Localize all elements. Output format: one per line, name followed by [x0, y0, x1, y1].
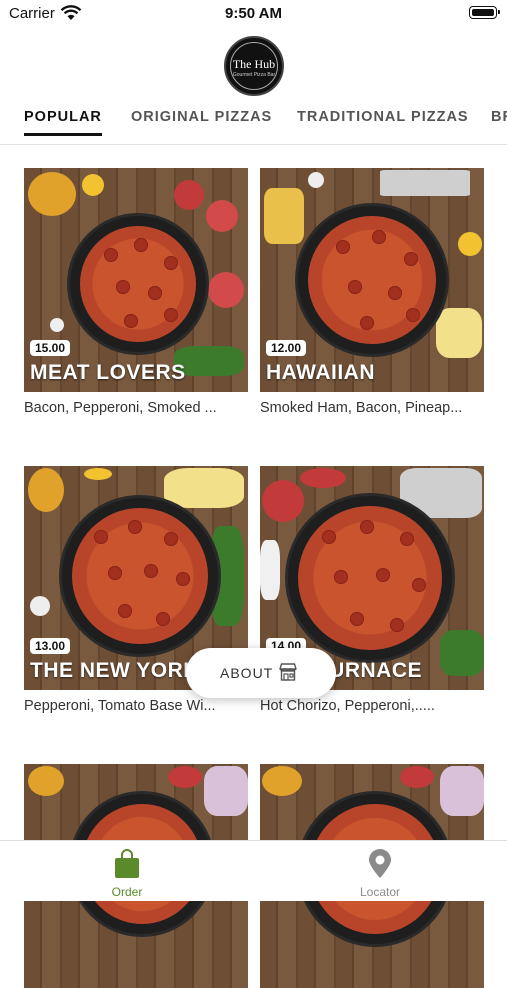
product-price: 15.00	[30, 340, 71, 356]
brand-name: The Hub	[232, 57, 276, 71]
product-price: 13.00	[30, 638, 71, 654]
product-title: MEAT LOVERS	[30, 361, 186, 384]
nav-order[interactable]: Order	[67, 841, 187, 901]
bottom-nav: Order Locator	[0, 840, 507, 901]
category-tabs: POPULAR ORIGINAL PIZZAS TRADITIONAL PIZZ…	[0, 100, 507, 145]
product-description: Smoked Ham, Bacon, Pineap...	[260, 400, 463, 416]
tab-traditional-pizzas[interactable]: TRADITIONAL PIZZAS	[297, 109, 469, 125]
product-image	[24, 168, 248, 392]
brand-logo: The Hub Gourmet Pizza Bar	[224, 36, 284, 96]
shopping-bag-icon	[115, 849, 139, 878]
product-description: Hot Chorizo, Pepperoni,.....	[260, 698, 435, 714]
nav-order-label: Order	[111, 885, 143, 899]
status-bar: Carrier 9:50 AM	[0, 0, 507, 30]
product-title: HAWAIIAN	[266, 361, 375, 384]
tab-next-category[interactable]: BR	[491, 109, 507, 125]
tab-original-pizzas[interactable]: ORIGINAL PIZZAS	[131, 109, 272, 125]
product-price: 12.00	[266, 340, 307, 356]
map-pin-icon	[369, 849, 391, 878]
nav-locator[interactable]: Locator	[320, 841, 440, 901]
store-icon	[279, 663, 297, 681]
about-button[interactable]: ABOUT	[186, 648, 336, 698]
about-label: ABOUT	[220, 665, 274, 681]
status-time: 9:50 AM	[225, 5, 282, 22]
product-title: THE NEW YORK	[30, 659, 199, 682]
nav-locator-label: Locator	[359, 885, 401, 899]
product-description: Bacon, Pepperoni, Smoked ...	[24, 400, 217, 416]
tab-popular[interactable]: POPULAR	[24, 109, 102, 136]
brand-tagline: Gourmet Pizza Bar	[232, 72, 276, 78]
product-description: Pepperoni, Tomato Base Wi...	[24, 698, 216, 714]
product-image	[260, 168, 484, 392]
battery-icon	[469, 6, 500, 19]
